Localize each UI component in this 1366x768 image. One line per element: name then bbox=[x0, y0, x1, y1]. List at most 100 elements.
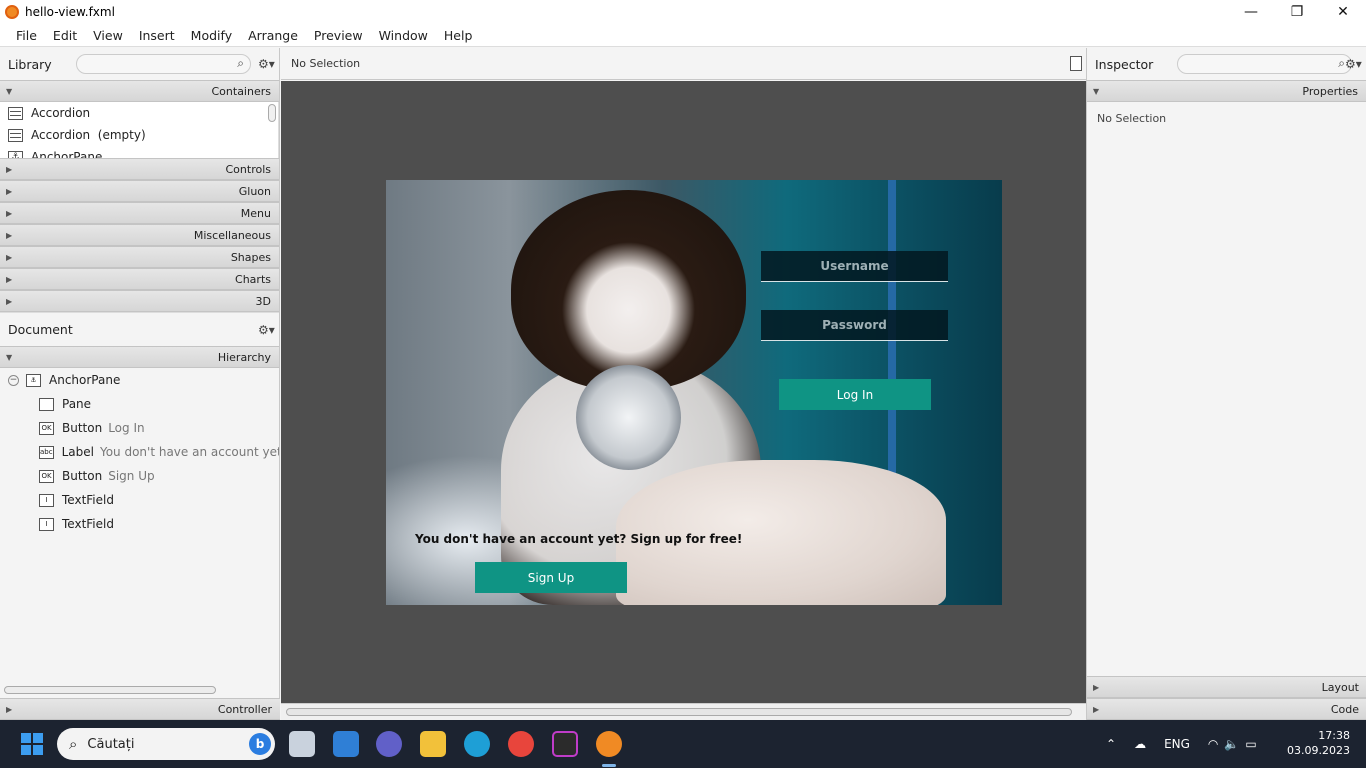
library-gear-icon[interactable]: ⚙▾ bbox=[258, 57, 275, 71]
menu-view[interactable]: View bbox=[85, 28, 131, 43]
login-button[interactable]: Log In bbox=[779, 379, 931, 410]
inspector-search-input[interactable]: ⌕ bbox=[1177, 54, 1352, 74]
teams-chat-icon[interactable] bbox=[376, 731, 402, 757]
textfield-icon: I bbox=[39, 493, 54, 507]
expand-triangle-icon: ▶ bbox=[6, 296, 13, 306]
tree-node-pane[interactable]: Pane bbox=[0, 392, 279, 416]
clock[interactable]: 17:38 03.09.2023 bbox=[1287, 728, 1350, 758]
section-charts[interactable]: ▶ Charts bbox=[0, 268, 279, 290]
collapse-triangle-icon: ▼ bbox=[1093, 86, 1100, 96]
menu-file[interactable]: File bbox=[8, 28, 45, 43]
chrome-icon[interactable] bbox=[508, 731, 534, 757]
password-field[interactable]: Password bbox=[761, 310, 948, 341]
section-controls[interactable]: ▶ Controls bbox=[0, 158, 279, 180]
section-properties[interactable]: ▼ Properties bbox=[1087, 80, 1366, 102]
library-item-accordion-empty[interactable]: Accordion (empty) bbox=[0, 124, 278, 146]
menu-help[interactable]: Help bbox=[436, 28, 481, 43]
signup-prompt-label: You don't have an account yet? Sign up f… bbox=[415, 532, 743, 546]
library-search-input[interactable]: ⌕ bbox=[76, 54, 251, 74]
show-hidden-icons-icon[interactable]: ⌃ bbox=[1106, 737, 1116, 751]
inspector-bottom-sections: ▶ Layout ▶ Code bbox=[1087, 676, 1366, 720]
scene-builder-taskbar-icon[interactable] bbox=[596, 731, 622, 757]
onedrive-icon[interactable]: ☁ bbox=[1134, 737, 1146, 751]
anchor-icon: ⚓ bbox=[26, 373, 41, 387]
section-layout[interactable]: ▶ Layout bbox=[1087, 676, 1366, 698]
document-header: Document ⚙▾ bbox=[0, 312, 279, 346]
bing-icon[interactable]: b bbox=[249, 733, 271, 755]
tree-node-textfield[interactable]: I TextField bbox=[0, 512, 279, 536]
design-anchorpane[interactable]: Username Password Log In You don't have … bbox=[386, 180, 1002, 605]
search-icon: ⌕ bbox=[237, 56, 244, 70]
widgets-icon[interactable] bbox=[333, 731, 359, 757]
inspector-gear-icon[interactable]: ⚙▾ bbox=[1345, 57, 1362, 71]
expand-triangle-icon: ▶ bbox=[6, 230, 13, 240]
section-3d[interactable]: ▶ 3D bbox=[0, 290, 279, 312]
section-code[interactable]: ▶ Code bbox=[1087, 698, 1366, 720]
username-field[interactable]: Username bbox=[761, 251, 948, 282]
inspector-header: Inspector ⌕ ⚙▾ bbox=[1087, 48, 1366, 80]
battery-icon[interactable]: ▭ bbox=[1245, 737, 1256, 751]
section-gluon[interactable]: ▶ Gluon bbox=[0, 180, 279, 202]
collapse-node-icon[interactable]: − bbox=[8, 374, 19, 386]
tree-node-label[interactable]: abc Label You don't have an account yet?… bbox=[0, 440, 279, 464]
document-gear-icon[interactable]: ⚙▾ bbox=[258, 323, 275, 337]
taskbar-search-input[interactable]: ⌕ Căutați b bbox=[57, 728, 275, 760]
inspector-panel: Inspector ⌕ ⚙▾ ▼ Properties No Selection … bbox=[1086, 48, 1366, 720]
section-shapes[interactable]: ▶ Shapes bbox=[0, 246, 279, 268]
edge-icon[interactable] bbox=[464, 731, 490, 757]
tree-node-anchorpane[interactable]: − ⚓ AnchorPane bbox=[0, 368, 279, 392]
menu-modify[interactable]: Modify bbox=[183, 28, 240, 43]
section-menu[interactable]: ▶ Menu bbox=[0, 202, 279, 224]
system-tray: ⌃ ☁ ENG ◠ 🔈 ▭ bbox=[1106, 720, 1257, 768]
library-list: Accordion Accordion (empty) ⚓ AnchorPane bbox=[0, 102, 279, 158]
close-button[interactable]: ✕ bbox=[1320, 0, 1366, 24]
expand-triangle-icon: ▶ bbox=[6, 164, 13, 174]
expand-triangle-icon: ▶ bbox=[6, 252, 13, 262]
menu-arrange[interactable]: Arrange bbox=[240, 28, 306, 43]
menu-edit[interactable]: Edit bbox=[45, 28, 85, 43]
taskbar: ⌕ Căutați b ⌃ ☁ ENG ◠ 🔈 ▭ 17:38 03.09.20… bbox=[0, 720, 1366, 768]
maximize-button[interactable]: ❐ bbox=[1274, 0, 1320, 24]
accordion-icon bbox=[8, 128, 23, 142]
expand-triangle-icon: ▶ bbox=[1093, 704, 1100, 714]
file-explorer-icon[interactable] bbox=[420, 731, 446, 757]
section-hierarchy[interactable]: ▼ Hierarchy bbox=[0, 346, 279, 368]
hierarchy-tree: − ⚓ AnchorPane Pane OK Button Log In abc… bbox=[0, 368, 279, 686]
section-containers[interactable]: ▼ Containers bbox=[0, 80, 279, 102]
inspector-title: Inspector bbox=[1095, 56, 1154, 72]
tree-node-textfield[interactable]: I TextField bbox=[0, 488, 279, 512]
wifi-icon[interactable]: ◠ bbox=[1208, 737, 1218, 751]
button-icon: OK bbox=[39, 421, 54, 435]
expand-triangle-icon: ▶ bbox=[6, 208, 13, 218]
section-controller[interactable]: ▶ Controller bbox=[0, 698, 280, 720]
windows-start-icon[interactable] bbox=[21, 733, 43, 755]
library-item-accordion[interactable]: Accordion bbox=[0, 102, 278, 124]
clock-time: 17:38 bbox=[1318, 729, 1350, 742]
scene-builder-logo-icon bbox=[5, 5, 19, 19]
document-title: Document bbox=[8, 322, 73, 337]
document-icon[interactable] bbox=[1070, 56, 1082, 71]
signup-button[interactable]: Sign Up bbox=[475, 562, 627, 593]
search-icon: ⌕ bbox=[69, 735, 78, 753]
selection-status: No Selection bbox=[291, 57, 361, 70]
title-bar: hello-view.fxml — ❐ ✕ bbox=[0, 0, 1366, 24]
label-icon: abc bbox=[39, 445, 54, 459]
intellij-icon[interactable] bbox=[552, 731, 578, 757]
library-scrollbar[interactable] bbox=[268, 104, 276, 122]
menu-preview[interactable]: Preview bbox=[306, 28, 371, 43]
task-view-icon[interactable] bbox=[289, 731, 315, 757]
volume-icon[interactable]: 🔈 bbox=[1224, 737, 1239, 751]
window-controls: — ❐ ✕ bbox=[1228, 0, 1366, 24]
clock-date: 03.09.2023 bbox=[1287, 744, 1350, 757]
tree-node-button-login[interactable]: OK Button Log In bbox=[0, 416, 279, 440]
horizontal-scroll-thumb[interactable] bbox=[286, 708, 1072, 716]
menu-insert[interactable]: Insert bbox=[131, 28, 183, 43]
section-miscellaneous[interactable]: ▶ Miscellaneous bbox=[0, 224, 279, 246]
language-indicator[interactable]: ENG bbox=[1164, 737, 1190, 751]
menu-window[interactable]: Window bbox=[371, 28, 436, 43]
tree-node-button-signup[interactable]: OK Button Sign Up bbox=[0, 464, 279, 488]
library-item-anchorpane[interactable]: ⚓ AnchorPane bbox=[0, 146, 278, 158]
active-app-indicator bbox=[602, 764, 616, 767]
hierarchy-scrollbar[interactable] bbox=[4, 686, 216, 694]
minimize-button[interactable]: — bbox=[1228, 0, 1274, 24]
